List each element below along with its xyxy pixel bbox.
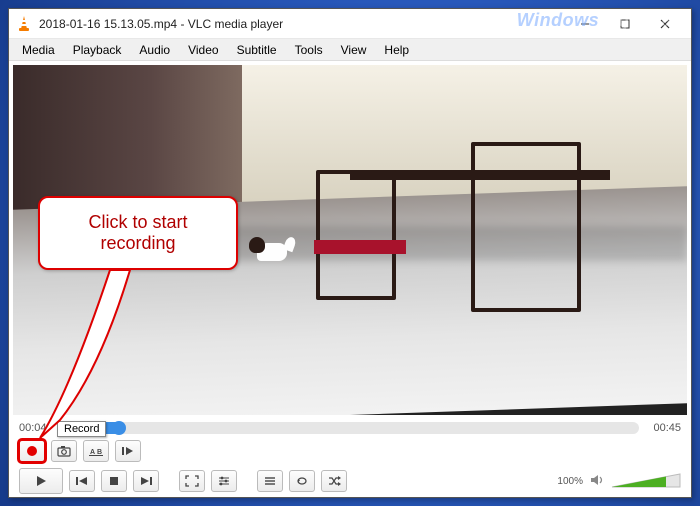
menu-media[interactable]: Media xyxy=(13,40,64,60)
titlebar: 2018-01-16 15.13.05.mp4 - VLC media play… xyxy=(9,9,691,39)
fullscreen-button[interactable] xyxy=(179,470,205,492)
menu-view[interactable]: View xyxy=(332,40,376,60)
play-button[interactable] xyxy=(19,468,63,494)
snapshot-button[interactable] xyxy=(51,440,77,462)
minimize-button[interactable] xyxy=(565,12,605,35)
previous-button[interactable] xyxy=(69,470,95,492)
menu-video[interactable]: Video xyxy=(179,40,227,60)
menu-help[interactable]: Help xyxy=(375,40,418,60)
next-button[interactable] xyxy=(133,470,159,492)
record-button[interactable] xyxy=(19,440,45,462)
annotation-text: Click to start recording xyxy=(88,212,187,253)
total-time[interactable]: 00:45 xyxy=(647,422,681,434)
maximize-button[interactable] xyxy=(605,12,645,35)
menubar: Media Playback Audio Video Subtitle Tool… xyxy=(9,39,691,61)
menu-audio[interactable]: Audio xyxy=(130,40,179,60)
volume-percent: 100% xyxy=(557,476,583,487)
loop-button[interactable] xyxy=(289,470,315,492)
window-title: 2018-01-16 15.13.05.mp4 - VLC media play… xyxy=(39,17,565,31)
stop-button[interactable] xyxy=(101,470,127,492)
window-controls xyxy=(565,12,685,35)
shuffle-button[interactable] xyxy=(321,470,347,492)
volume-slider[interactable] xyxy=(611,472,681,490)
desktop-background: 2018-01-16 15.13.05.mp4 - VLC media play… xyxy=(0,0,700,506)
close-button[interactable] xyxy=(645,12,685,35)
menu-playback[interactable]: Playback xyxy=(64,40,131,60)
menu-subtitle[interactable]: Subtitle xyxy=(228,40,286,60)
annotation-callout: Click to start recording xyxy=(38,196,238,270)
vlc-cone-icon xyxy=(15,15,33,33)
speaker-icon[interactable] xyxy=(589,473,605,490)
menu-tools[interactable]: Tools xyxy=(286,40,332,60)
playlist-button[interactable] xyxy=(257,470,283,492)
volume-control: 100% xyxy=(557,472,681,490)
extended-settings-button[interactable] xyxy=(211,470,237,492)
